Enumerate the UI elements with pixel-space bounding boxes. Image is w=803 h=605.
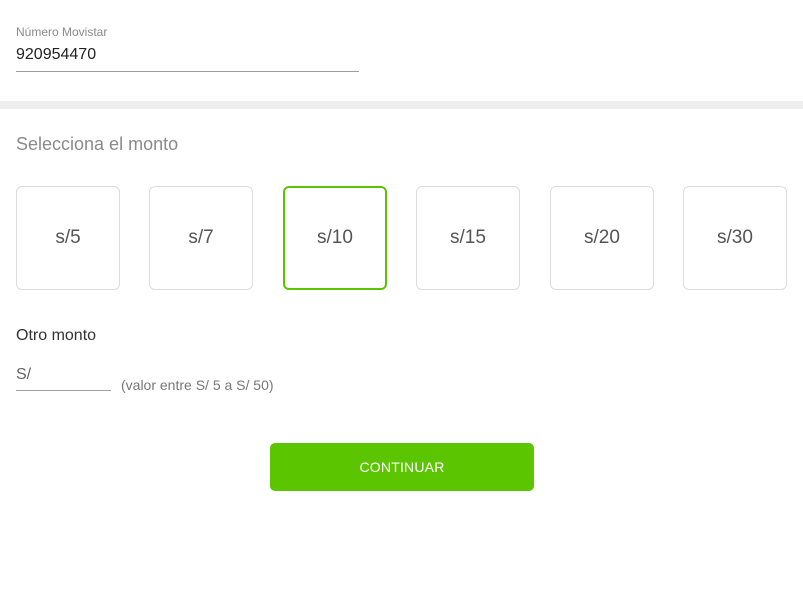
- amount-option-label: s/7: [188, 227, 214, 248]
- select-amount-title: Selecciona el monto: [16, 134, 179, 154]
- phone-number-value: 920954470: [16, 45, 359, 72]
- amount-option-15[interactable]: s/15: [416, 186, 520, 290]
- amount-option-30[interactable]: s/30: [683, 186, 787, 290]
- amount-option-20[interactable]: s/20: [550, 186, 654, 290]
- other-amount-title: Otro monto: [16, 327, 97, 344]
- amount-option-label: s/5: [55, 227, 81, 248]
- amount-option-5[interactable]: s/5: [16, 186, 120, 290]
- other-amount-hint: (valor entre S/ 5 a S/ 50): [121, 377, 274, 393]
- amount-option-label: s/10: [317, 227, 353, 248]
- amount-option-10[interactable]: s/10: [283, 186, 387, 290]
- other-amount-input[interactable]: [16, 364, 111, 391]
- section-divider: [0, 101, 803, 109]
- phone-number-label: Número Movistar: [16, 25, 108, 39]
- amount-option-label: s/30: [717, 227, 753, 248]
- phone-number-field: Número Movistar 920954470: [16, 25, 359, 72]
- continue-button[interactable]: CONTINUAR: [270, 443, 534, 491]
- amount-option-7[interactable]: s/7: [149, 186, 253, 290]
- amount-option-label: s/20: [584, 227, 620, 248]
- amount-option-label: s/15: [450, 227, 486, 248]
